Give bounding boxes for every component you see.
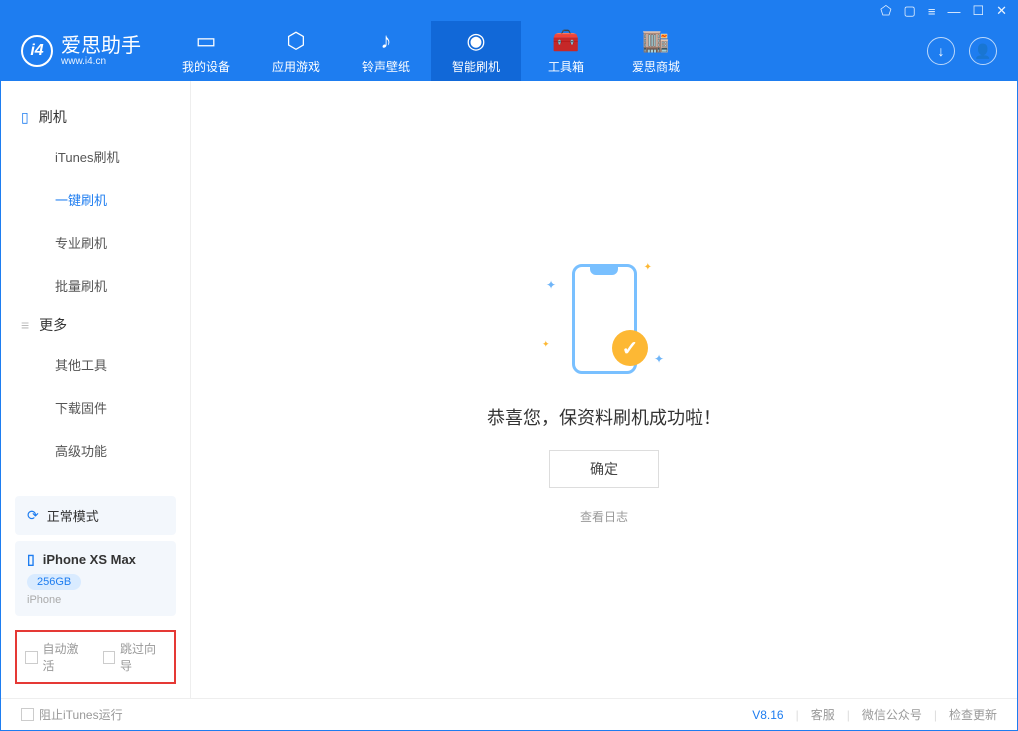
- apps-icon: ⬡: [286, 28, 305, 54]
- device-mode-status[interactable]: ⟳ 正常模式: [15, 496, 176, 535]
- highlighted-options: 自动激活 跳过向导: [15, 630, 176, 684]
- sparkle-icon: ✦: [546, 278, 556, 292]
- shirt-icon[interactable]: ⬠: [880, 3, 891, 19]
- sparkle-icon: ✦: [644, 262, 652, 273]
- sidebar-item-itunes-flash[interactable]: iTunes刷机: [1, 135, 190, 178]
- sparkle-icon: ✦: [542, 339, 550, 350]
- checkbox-auto-activate[interactable]: 自动激活: [25, 640, 89, 674]
- sidebar-item-other-tools[interactable]: 其他工具: [1, 343, 190, 386]
- tab-store[interactable]: 🏬爱思商城: [611, 21, 701, 81]
- device-type: iPhone: [27, 594, 164, 606]
- menu-icon[interactable]: ≡: [928, 4, 936, 19]
- tab-flash[interactable]: ◉智能刷机: [431, 21, 521, 81]
- storage-badge: 256GB: [27, 574, 81, 590]
- footer-link-wechat[interactable]: 微信公众号: [862, 706, 922, 723]
- app-url: www.i4.cn: [61, 56, 141, 67]
- sidebar: ▯ 刷机 iTunes刷机 一键刷机 专业刷机 批量刷机 ≡ 更多 其他工具 下…: [1, 81, 191, 698]
- app-window: ⬠ ▢ ≡ — ☐ ✕ i4 爱思助手 www.i4.cn ▭我的设备 ⬡应用游…: [0, 0, 1018, 731]
- close-icon[interactable]: ✕: [996, 3, 1007, 19]
- sidebar-section-more: ≡ 更多: [1, 307, 190, 343]
- logo-icon: i4: [21, 35, 53, 67]
- success-message: 恭喜您，保资料刷机成功啦！: [487, 404, 721, 430]
- success-illustration: ✦ ✦ ✦ ✦ ✓: [534, 254, 674, 384]
- sidebar-item-advanced[interactable]: 高级功能: [1, 429, 190, 472]
- ok-button[interactable]: 确定: [549, 450, 659, 488]
- titlebar: ⬠ ▢ ≡ — ☐ ✕: [1, 1, 1017, 21]
- sidebar-item-download-fw[interactable]: 下载固件: [1, 386, 190, 429]
- device-card[interactable]: ▯ iPhone XS Max 256GB iPhone: [15, 541, 176, 616]
- sync-icon: ⟳: [27, 507, 39, 524]
- store-icon: 🏬: [642, 28, 669, 54]
- version-label: V8.16: [752, 708, 783, 722]
- footer: 阻止iTunes运行 V8.16 | 客服 | 微信公众号 | 检查更新: [1, 698, 1017, 730]
- maximize-icon[interactable]: ☐: [972, 3, 984, 19]
- footer-link-update[interactable]: 检查更新: [949, 706, 997, 723]
- sidebar-section-flash: ▯ 刷机: [1, 99, 190, 135]
- sidebar-item-pro-flash[interactable]: 专业刷机: [1, 221, 190, 264]
- sidebar-item-batch-flash[interactable]: 批量刷机: [1, 264, 190, 307]
- tab-ringtone[interactable]: ♪铃声壁纸: [341, 21, 431, 81]
- checkbox-skip-guide[interactable]: 跳过向导: [103, 640, 167, 674]
- body: ▯ 刷机 iTunes刷机 一键刷机 专业刷机 批量刷机 ≡ 更多 其他工具 下…: [1, 81, 1017, 698]
- checkbox-box-icon: [25, 651, 38, 664]
- list-icon: ≡: [21, 317, 29, 333]
- check-icon: ✓: [612, 330, 648, 366]
- flash-icon: ◉: [466, 28, 485, 54]
- header: i4 爱思助手 www.i4.cn ▭我的设备 ⬡应用游戏 ♪铃声壁纸 ◉智能刷…: [1, 21, 1017, 81]
- cube-icon[interactable]: ▢: [904, 3, 916, 19]
- sidebar-item-oneclick-flash[interactable]: 一键刷机: [1, 178, 190, 221]
- header-actions: ↓ 👤: [927, 37, 997, 65]
- main-content: ✦ ✦ ✦ ✦ ✓ 恭喜您，保资料刷机成功啦！ 确定 查看日志: [191, 81, 1017, 698]
- header-tabs: ▭我的设备 ⬡应用游戏 ♪铃声壁纸 ◉智能刷机 🧰工具箱 🏬爱思商城: [161, 21, 701, 81]
- device-icon: ▭: [196, 28, 217, 54]
- device-name: iPhone XS Max: [43, 552, 136, 567]
- app-name: 爱思助手: [61, 36, 141, 56]
- user-icon[interactable]: 👤: [969, 37, 997, 65]
- tab-toolbox[interactable]: 🧰工具箱: [521, 21, 611, 81]
- minimize-icon[interactable]: —: [947, 4, 960, 19]
- download-icon[interactable]: ↓: [927, 37, 955, 65]
- sparkle-icon: ✦: [654, 352, 664, 366]
- checkbox-block-itunes[interactable]: 阻止iTunes运行: [21, 706, 123, 723]
- footer-link-support[interactable]: 客服: [811, 706, 835, 723]
- view-log-link[interactable]: 查看日志: [580, 508, 628, 525]
- phone-icon: ▯: [21, 109, 29, 126]
- toolbox-icon: 🧰: [552, 28, 579, 54]
- checkbox-box-icon: [21, 708, 34, 721]
- phone-small-icon: ▯: [27, 551, 35, 568]
- tab-device[interactable]: ▭我的设备: [161, 21, 251, 81]
- tab-apps[interactable]: ⬡应用游戏: [251, 21, 341, 81]
- logo: i4 爱思助手 www.i4.cn: [21, 35, 141, 67]
- music-icon: ♪: [381, 28, 392, 54]
- checkbox-box-icon: [103, 651, 116, 664]
